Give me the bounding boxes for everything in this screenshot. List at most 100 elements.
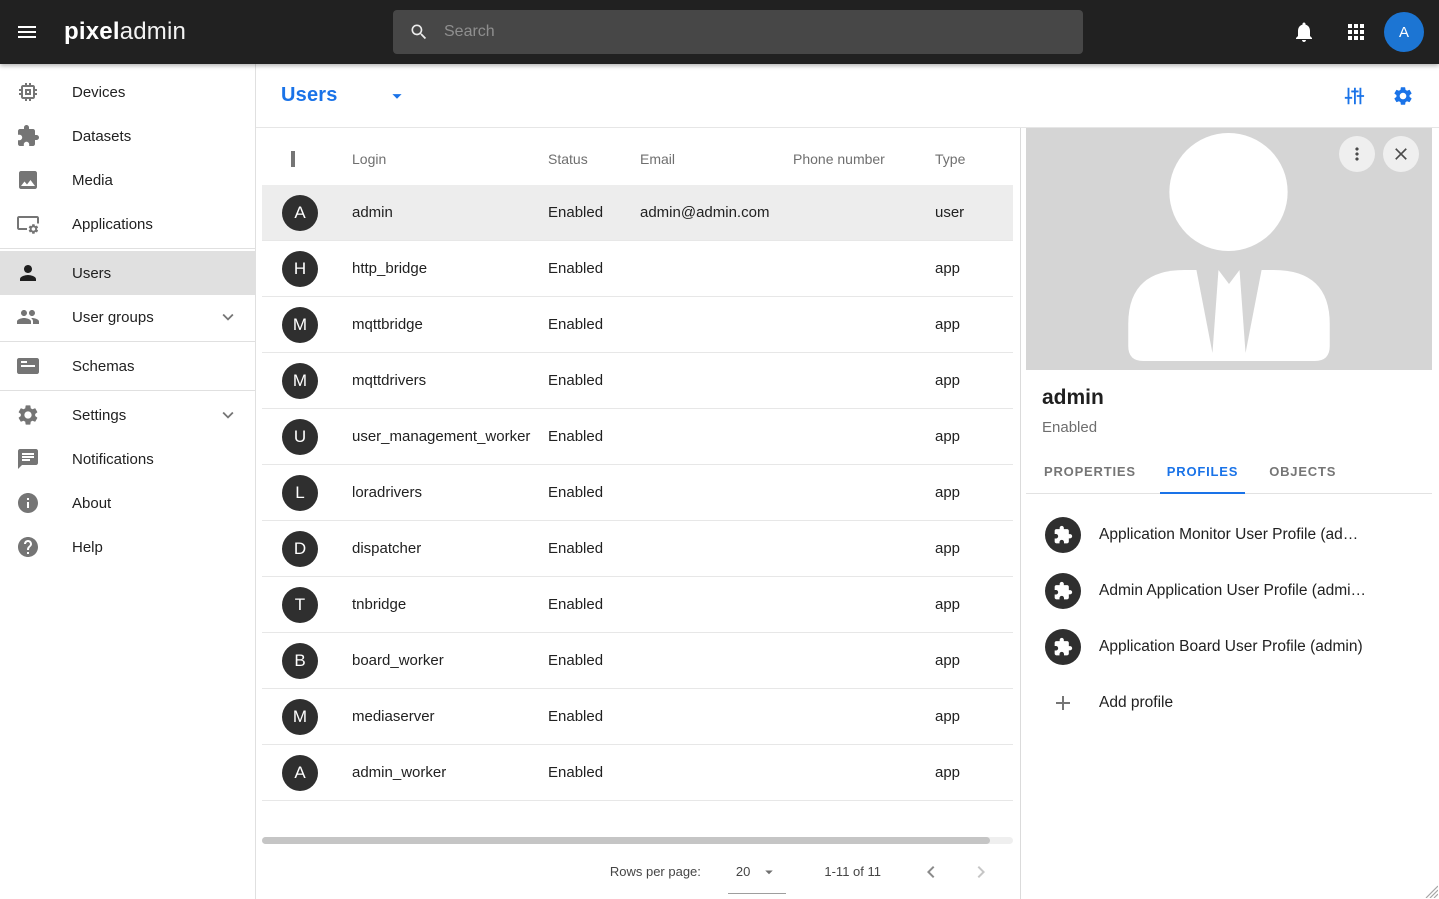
cell-status: Enabled — [548, 540, 640, 557]
detail-body: admin Enabled PROPERTIESPROFILESOBJECTS … — [1026, 370, 1432, 899]
profile-item[interactable]: Application Board User Profile (admin) — [1042, 619, 1416, 675]
cell-status: Enabled — [548, 652, 640, 669]
sidebar-item-user-groups[interactable]: User groups — [0, 295, 255, 339]
sidebar-item-notifications[interactable]: Notifications — [0, 437, 255, 481]
cell-login: user_management_worker — [352, 428, 548, 445]
cell-type: user — [935, 204, 1013, 221]
rows-per-page-label: Rows per page: — [610, 864, 701, 879]
sidebar-divider — [0, 248, 255, 249]
column-header-login[interactable]: Login — [352, 151, 548, 167]
column-header-type[interactable]: Type — [935, 151, 1013, 167]
more-options-button[interactable] — [1339, 136, 1375, 172]
table-row[interactable]: MmediaserverEnabledapp — [262, 689, 1013, 745]
table-row[interactable]: LloradriversEnabledapp — [262, 465, 1013, 521]
table-row[interactable]: Bboard_workerEnabledapp — [262, 633, 1013, 689]
chevron-left-icon — [919, 860, 943, 884]
sidebar-item-devices[interactable]: Devices — [0, 70, 255, 114]
table-row[interactable]: DdispatcherEnabledapp — [262, 521, 1013, 577]
brand-bold: pixel — [64, 18, 120, 45]
next-page-button[interactable] — [969, 860, 993, 884]
column-header-status[interactable]: Status — [548, 151, 640, 167]
row-avatar: A — [282, 195, 318, 231]
cell-status: Enabled — [548, 484, 640, 501]
user-avatar-button[interactable]: A — [1384, 12, 1424, 52]
main-area: Users — [256, 64, 1439, 899]
tab-profiles[interactable]: PROFILES — [1167, 464, 1238, 493]
cell-type: app — [935, 372, 1013, 389]
table-row[interactable]: AadminEnabledadmin@admin.comuser — [262, 185, 1013, 241]
profile-item[interactable]: Application Monitor User Profile (ad… — [1042, 507, 1416, 563]
search-input[interactable] — [442, 22, 1067, 42]
cell-type: app — [935, 596, 1013, 613]
sidebar-item-applications[interactable]: Applications — [0, 202, 255, 246]
table-row[interactable]: Uuser_management_workerEnabledapp — [262, 409, 1013, 465]
rows-per-page-select[interactable]: 20 — [732, 863, 782, 881]
cell-status: Enabled — [548, 260, 640, 277]
cell-type: app — [935, 652, 1013, 669]
sidebar-item-label: About — [72, 495, 111, 512]
cell-login: admin — [352, 204, 548, 221]
column-header-phone[interactable]: Phone number — [793, 151, 935, 167]
cell-status: Enabled — [548, 596, 640, 613]
row-avatar: B — [282, 643, 318, 679]
close-panel-button[interactable] — [1383, 136, 1419, 172]
sidebar-item-label: Notifications — [72, 451, 154, 468]
menu-button[interactable] — [15, 20, 39, 44]
image-icon — [16, 168, 40, 192]
tab-properties[interactable]: PROPERTIES — [1044, 464, 1136, 493]
cell-type: app — [935, 764, 1013, 781]
sidebar-item-users[interactable]: Users — [0, 251, 255, 295]
app-window: pixel admin A DevicesDatasets Media Applica… — [0, 0, 1439, 899]
topbar-actions: A — [1292, 12, 1424, 52]
cell-login: http_bridge — [352, 260, 548, 277]
entity-selector-dropdown[interactable]: Users — [281, 84, 408, 107]
sidebar-item-settings[interactable]: Settings — [0, 393, 255, 437]
sidebar-item-schemas[interactable]: Schemas — [0, 344, 255, 388]
search-bar[interactable] — [393, 10, 1083, 54]
table-settings-button[interactable] — [1392, 85, 1414, 107]
previous-page-button[interactable] — [919, 860, 943, 884]
apps-grid-button[interactable] — [1344, 20, 1368, 44]
profiles-list: Application Monitor User Profile (ad…Adm… — [1042, 494, 1416, 675]
sidebar-divider — [0, 341, 255, 342]
apps-grid-icon — [1344, 20, 1368, 44]
dropdown-caret-icon — [760, 863, 778, 881]
plus-icon — [1051, 691, 1075, 715]
sidebar-item-about[interactable]: About — [0, 481, 255, 525]
users-table-body: AadminEnabledadmin@admin.comuserHhttp_br… — [262, 185, 1013, 801]
detail-panel: admin Enabled PROPERTIESPROFILESOBJECTS … — [1021, 128, 1439, 899]
resize-handle-icon[interactable] — [1422, 882, 1438, 898]
row-avatar: H — [282, 251, 318, 287]
sidebar-item-datasets[interactable]: Datasets — [0, 114, 255, 158]
sidebar-item-help[interactable]: Help — [0, 525, 255, 569]
sidebar-item-media[interactable]: Media — [0, 158, 255, 202]
column-header-email[interactable]: Email — [640, 151, 793, 167]
info-icon — [16, 491, 40, 515]
table-row[interactable]: MmqttbridgeEnabledapp — [262, 297, 1013, 353]
notifications-button[interactable] — [1292, 20, 1316, 44]
table-row[interactable]: MmqttdriversEnabledapp — [262, 353, 1013, 409]
select-all-checkbox[interactable] — [291, 151, 295, 167]
table-row[interactable]: Aadmin_workerEnabledapp — [262, 745, 1013, 801]
scrollbar-thumb[interactable] — [262, 837, 990, 844]
dropdown-caret-icon — [386, 85, 408, 107]
bell-icon — [1292, 20, 1316, 44]
horizontal-scrollbar[interactable] — [262, 837, 1013, 844]
profile-label: Application Board User Profile (admin) — [1099, 638, 1363, 656]
filter-columns-button[interactable] — [1343, 85, 1365, 107]
sidebar-item-label: Media — [72, 172, 113, 189]
page-range-text: 1-11 of 11 — [824, 864, 881, 879]
users-table: Login Status Email Phone number Type Aad… — [256, 128, 1021, 899]
puzzle-icon — [1045, 573, 1081, 609]
table-row[interactable]: Hhttp_bridgeEnabledapp — [262, 241, 1013, 297]
tab-objects[interactable]: OBJECTS — [1269, 464, 1336, 493]
people-icon — [16, 305, 40, 329]
cell-type: app — [935, 484, 1013, 501]
detail-tabs: PROPERTIES PROFILES OBJECTS — [1026, 464, 1432, 494]
table-row[interactable]: TtnbridgeEnabledapp — [262, 577, 1013, 633]
add-profile-button[interactable]: Add profile — [1042, 675, 1416, 731]
table-header: Login Status Email Phone number Type — [262, 132, 1013, 185]
profile-item[interactable]: Admin Application User Profile (admi… — [1042, 563, 1416, 619]
user-photo-placeholder — [1026, 128, 1432, 370]
rows-per-page-value: 20 — [736, 864, 750, 879]
